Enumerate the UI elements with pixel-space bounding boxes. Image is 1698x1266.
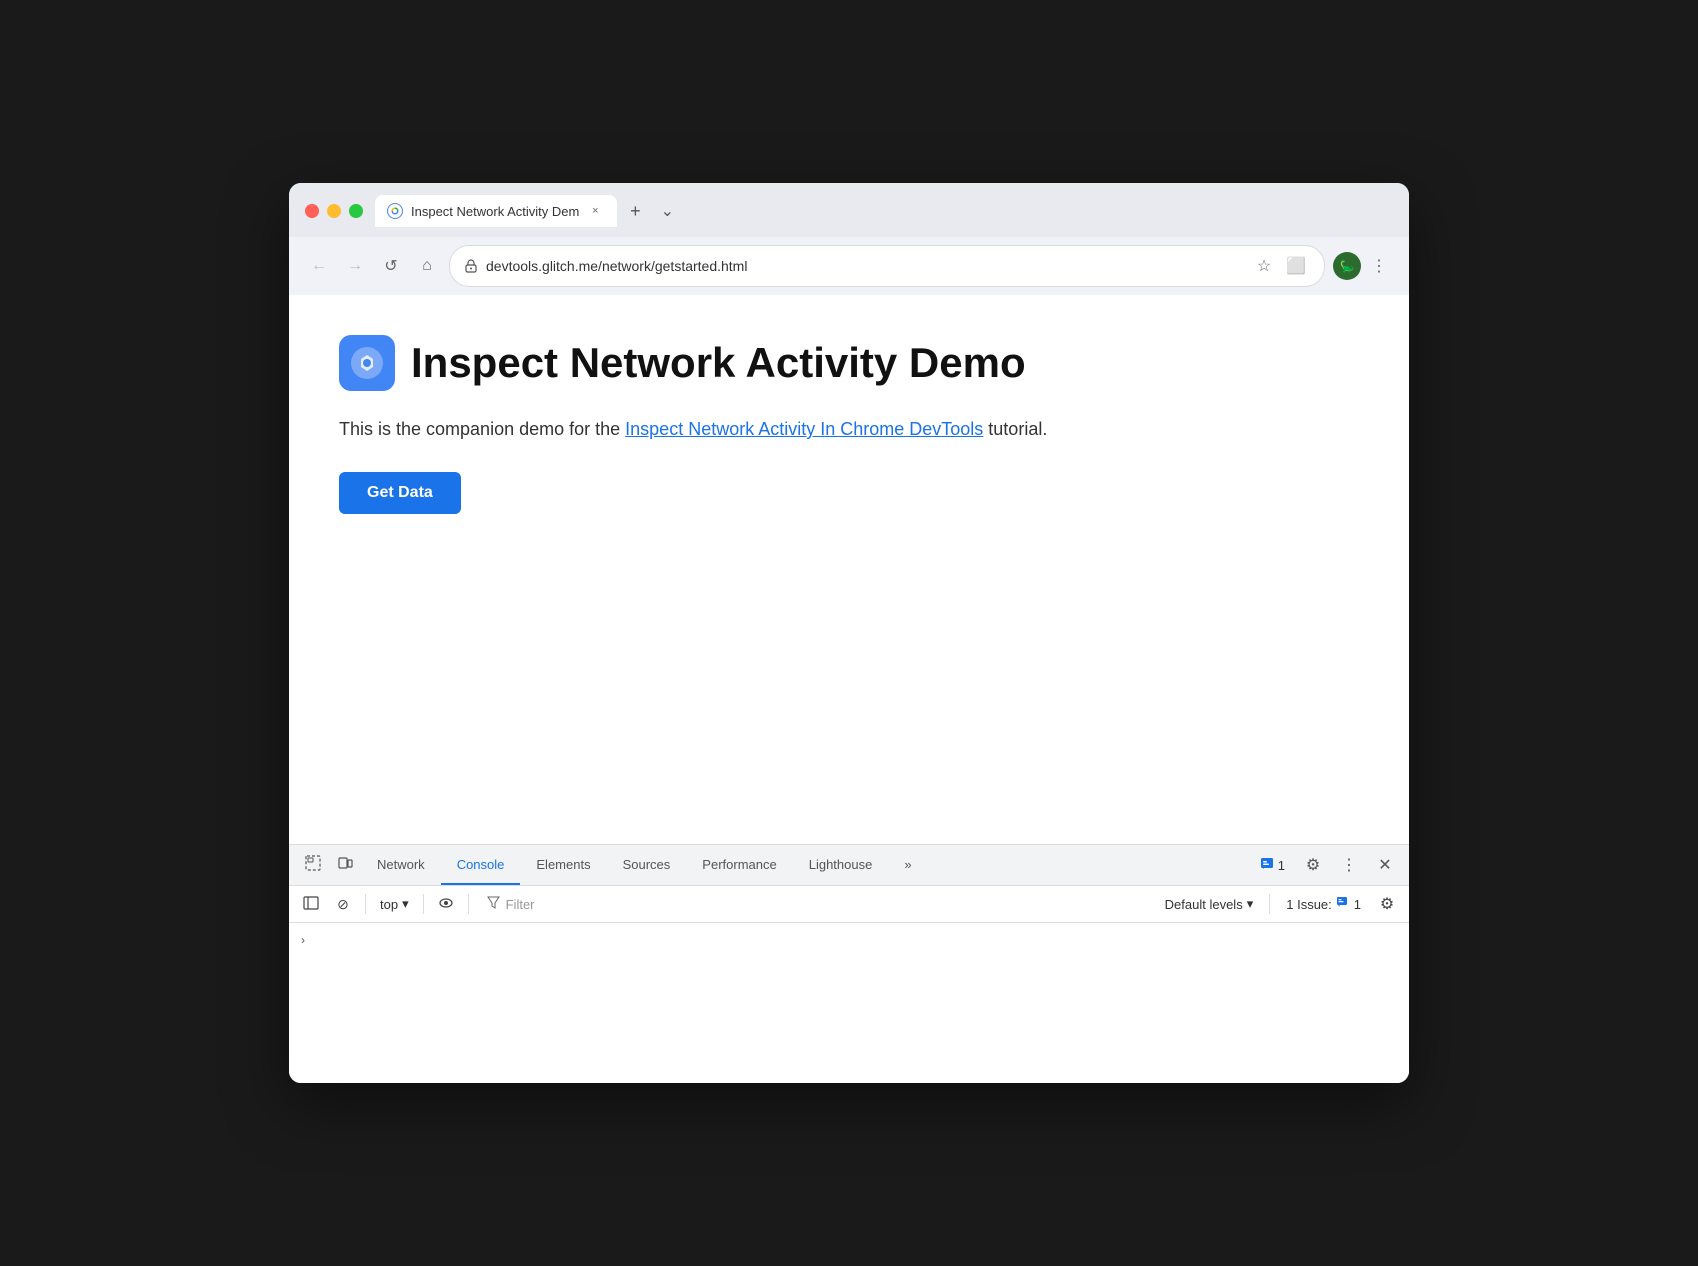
maximize-window-button[interactable] [349, 204, 363, 218]
reload-button[interactable]: ↺ [377, 252, 405, 280]
tab-favicon [387, 203, 403, 219]
tab-title: Inspect Network Activity Dem [411, 204, 579, 219]
browser-tab[interactable]: Inspect Network Activity Dem × [375, 195, 617, 227]
devtools-panel: Network Console Elements Sources Perform… [289, 844, 1409, 1083]
issues-toolbar-button[interactable]: 1 Issue: 1 [1278, 892, 1369, 917]
default-levels-button[interactable]: Default levels ▾ [1157, 892, 1262, 916]
devtools-tab-bar: Network Console Elements Sources Perform… [289, 845, 1409, 886]
address-bar: ← → ↺ ⌂ devtools.glitch.me/network/getst… [289, 237, 1409, 295]
default-levels-label: Default levels [1165, 897, 1243, 912]
tab-close-button[interactable]: × [587, 203, 603, 219]
minimize-window-button[interactable] [327, 204, 341, 218]
get-data-button[interactable]: Get Data [339, 472, 461, 514]
tab-expand-button[interactable]: ⌄ [653, 197, 681, 225]
devtools-console: › [289, 923, 1409, 1083]
default-levels-arrow-icon: ▾ [1247, 896, 1254, 912]
more-button[interactable]: ⋮ [1365, 252, 1393, 280]
sidebar-icon [303, 895, 319, 914]
toolbar-divider-2 [423, 894, 424, 914]
eye-button[interactable] [432, 890, 460, 918]
url-text: devtools.glitch.me/network/getstarted.ht… [486, 258, 1242, 274]
url-actions: ☆ ⬜ [1250, 252, 1310, 280]
devtools-settings-button[interactable]: ⚙ [1297, 845, 1329, 885]
back-button[interactable]: ← [305, 252, 333, 280]
page-title: Inspect Network Activity Demo [411, 339, 1026, 387]
tab-bar: Inspect Network Activity Dem × + ⌄ [375, 195, 681, 227]
toolbar-divider-4 [1269, 894, 1270, 914]
avatar-icon: 🦕 [1340, 259, 1355, 273]
devtools-toolbar: ⊘ top ▾ [289, 886, 1409, 923]
close-window-button[interactable] [305, 204, 319, 218]
toolbar-divider-1 [365, 894, 366, 914]
description-link[interactable]: Inspect Network Activity In Chrome DevTo… [625, 419, 983, 439]
page-description: This is the companion demo for the Inspe… [339, 415, 1359, 444]
issues-toolbar-label: 1 Issue: [1286, 897, 1332, 912]
context-selector[interactable]: top ▾ [374, 894, 415, 914]
more-icon: ⋮ [1371, 256, 1387, 276]
star-icon: ☆ [1257, 256, 1271, 276]
console-settings-button[interactable]: ⚙ [1373, 890, 1401, 918]
browser-actions: 🦕 ⋮ [1333, 252, 1393, 280]
browser-window: Inspect Network Activity Dem × + ⌄ ← → ↺… [289, 183, 1409, 1083]
tab-more[interactable]: » [888, 845, 927, 885]
home-button[interactable]: ⌂ [413, 252, 441, 280]
eye-icon [438, 895, 454, 914]
device-icon [337, 855, 353, 876]
toolbar-divider-3 [468, 894, 469, 914]
url-bar[interactable]: devtools.glitch.me/network/getstarted.ht… [449, 245, 1325, 287]
issues-count: 1 [1278, 858, 1285, 873]
context-label: top [380, 897, 398, 912]
inspector-icon [305, 855, 321, 876]
page-header: Inspect Network Activity Demo [339, 335, 1359, 391]
console-expand-arrow[interactable]: › [297, 931, 309, 949]
window-controls [305, 204, 363, 218]
devtools-more-button[interactable]: ⋮ [1333, 845, 1365, 885]
issues-icon [1260, 857, 1274, 874]
forward-button[interactable]: → [341, 252, 369, 280]
filter-area: Filter [477, 892, 1153, 916]
forward-icon: → [347, 257, 363, 275]
device-mode-button[interactable] [329, 845, 361, 885]
extensions-icon: ⬜ [1286, 256, 1306, 276]
page-content: Inspect Network Activity Demo This is th… [289, 295, 1409, 844]
devtools-close-button[interactable]: ✕ [1369, 845, 1401, 885]
extensions-button[interactable]: ⬜ [1282, 252, 1310, 280]
tab-network[interactable]: Network [361, 845, 441, 885]
clear-console-button[interactable]: ⊘ [329, 890, 357, 918]
sidebar-button[interactable] [297, 890, 325, 918]
issues-badge-icon [1336, 896, 1350, 913]
filter-icon [487, 896, 500, 912]
bookmark-button[interactable]: ☆ [1250, 252, 1278, 280]
filter-placeholder: Filter [506, 897, 1143, 912]
issues-badge-count: 1 [1354, 897, 1361, 912]
reload-icon: ↺ [384, 256, 397, 276]
tab-performance[interactable]: Performance [686, 845, 792, 885]
tab-elements[interactable]: Elements [520, 845, 606, 885]
devtools-close-icon: ✕ [1378, 855, 1391, 875]
back-icon: ← [311, 257, 327, 275]
context-arrow-icon: ▾ [402, 896, 409, 912]
title-bar-top: Inspect Network Activity Dem × + ⌄ [305, 195, 1393, 237]
title-bar: Inspect Network Activity Dem × + ⌄ [289, 183, 1409, 237]
issues-button[interactable]: 1 [1252, 853, 1293, 878]
devtools-more-icon: ⋮ [1341, 855, 1357, 875]
security-icon [464, 259, 478, 273]
tab-lighthouse[interactable]: Lighthouse [793, 845, 889, 885]
page-logo [339, 335, 395, 391]
description-after: tutorial. [983, 419, 1047, 439]
tab-sources[interactable]: Sources [607, 845, 687, 885]
console-settings-icon: ⚙ [1380, 894, 1394, 914]
toolbar-right: Default levels ▾ 1 Issue: 1 [1157, 890, 1401, 918]
home-icon: ⌂ [422, 257, 432, 275]
new-tab-button[interactable]: + [621, 197, 649, 225]
clear-icon: ⊘ [337, 896, 349, 913]
settings-icon: ⚙ [1306, 855, 1320, 875]
avatar-button[interactable]: 🦕 [1333, 252, 1361, 280]
inspector-toggle-button[interactable] [297, 845, 329, 885]
tab-console[interactable]: Console [441, 845, 521, 885]
description-before: This is the companion demo for the [339, 419, 625, 439]
devtools-tab-actions: 1 ⚙ ⋮ ✕ [1252, 845, 1401, 885]
